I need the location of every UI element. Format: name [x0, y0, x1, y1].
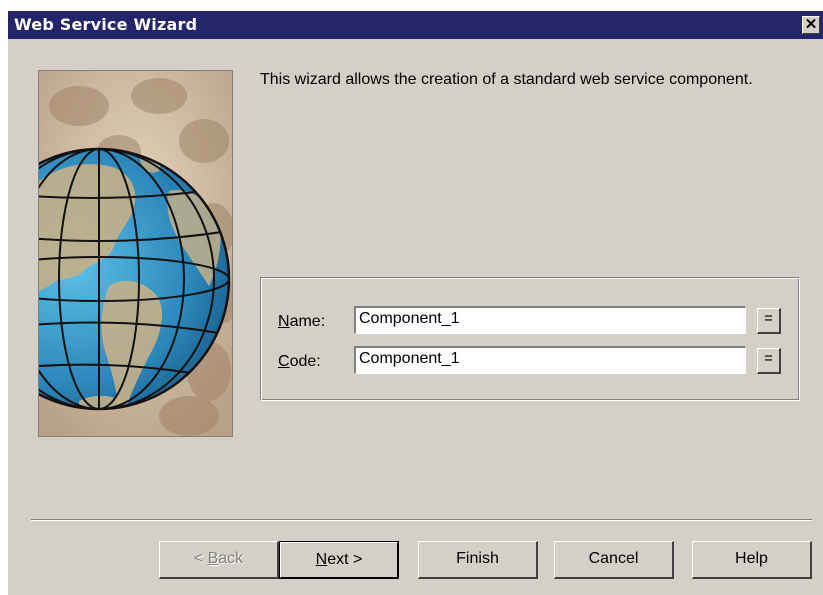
close-button[interactable]: ✕ [802, 16, 820, 34]
next-button[interactable]: Next > [279, 541, 399, 579]
separator-highlight [31, 520, 812, 521]
cancel-button[interactable]: Cancel [554, 541, 674, 579]
wizard-dialog: Web Service Wizard ✕ This wizard allows … [8, 11, 823, 595]
finish-button[interactable]: Finish [418, 541, 538, 579]
globe-icon [39, 71, 232, 436]
help-button[interactable]: Help [692, 541, 812, 579]
name-label: Name: [278, 313, 326, 330]
code-field[interactable]: Component_1 [354, 346, 746, 374]
name-field[interactable]: Component_1 [354, 306, 746, 334]
title-bar[interactable]: Web Service Wizard ✕ [8, 11, 823, 39]
code-label: Code: [278, 353, 321, 370]
globe-illustration [38, 70, 233, 437]
close-icon: ✕ [804, 16, 818, 33]
intro-text: This wizard allows the creation of a sta… [260, 71, 753, 88]
name-equals-button[interactable]: = [757, 308, 781, 334]
window-title: Web Service Wizard [14, 15, 198, 34]
back-button[interactable]: < Back [159, 541, 279, 579]
component-groupbox [260, 277, 800, 401]
code-equals-button[interactable]: = [757, 348, 781, 374]
